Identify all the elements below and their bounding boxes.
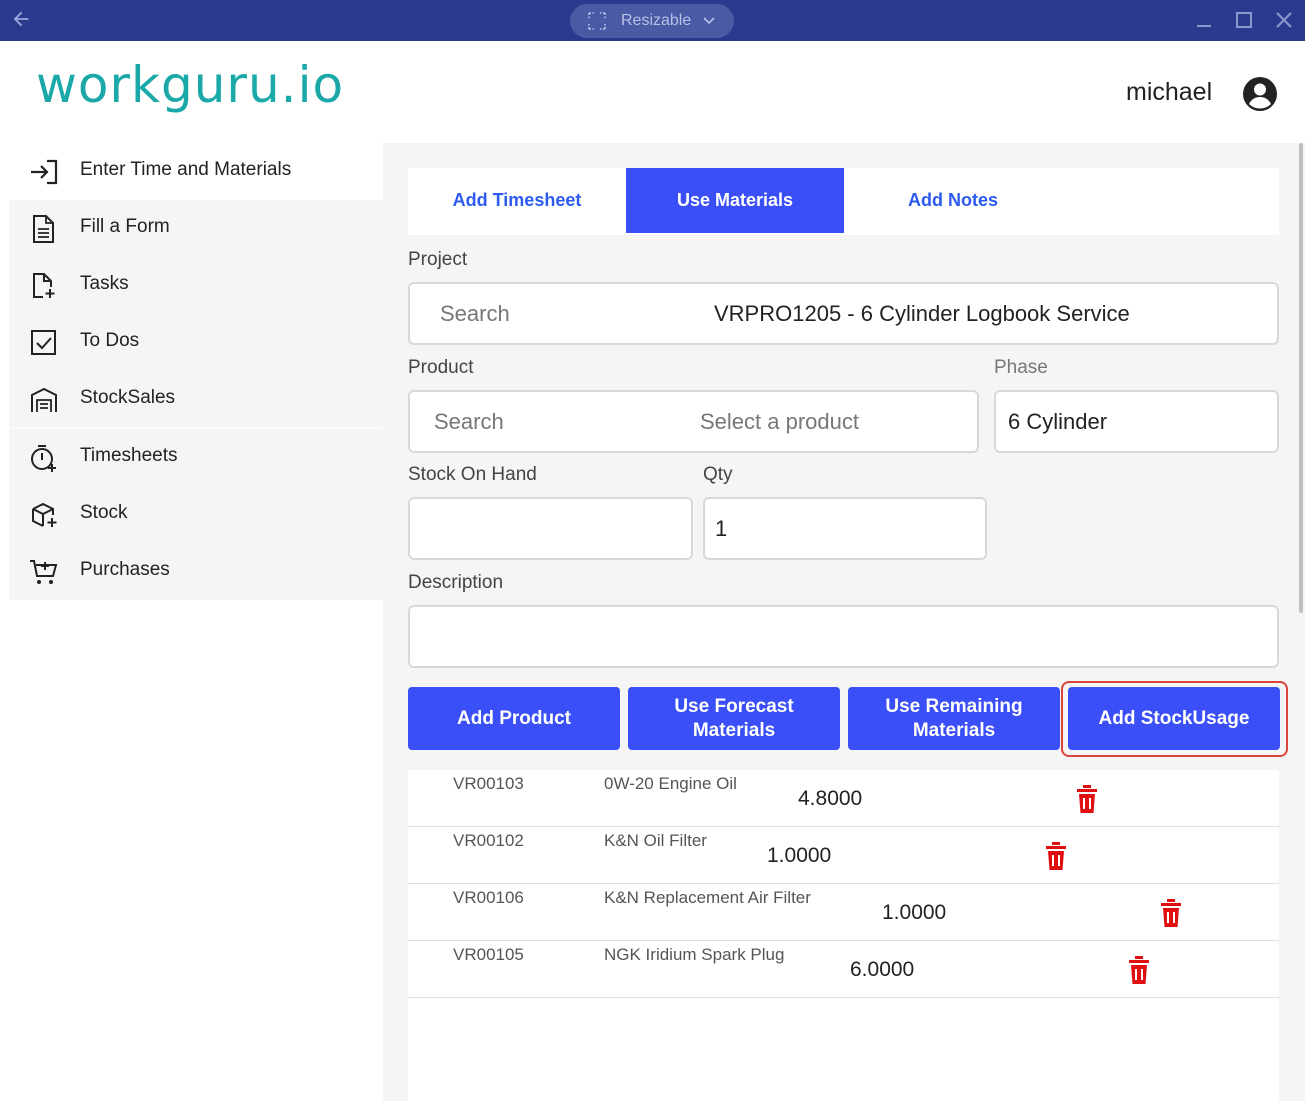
item-code: VR00102: [453, 831, 524, 850]
arrow-left-icon[interactable]: [10, 8, 32, 30]
use-forecast-materials-button[interactable]: Use Forecast Materials: [628, 687, 840, 750]
item-qty: 1.0000: [767, 844, 832, 867]
app-logo: workguru.io: [36, 56, 345, 114]
warehouse-icon: [31, 387, 57, 412]
item-code: VR00105: [453, 945, 524, 964]
trash-icon[interactable]: [1044, 841, 1068, 871]
phase-field[interactable]: 6 Cylinder: [994, 390, 1279, 453]
sidebar-item-label: Timesheets: [80, 445, 178, 466]
sidebar-item-label: Stock: [80, 502, 128, 523]
cart-plus-icon: [30, 560, 58, 584]
sidebar-item-stock[interactable]: Stock: [9, 486, 383, 543]
document-icon: [33, 215, 54, 243]
sidebar: Enter Time and Materials Fill a Form Tas…: [9, 143, 383, 1101]
qty-value: 1: [715, 516, 728, 541]
sidebar-item-timesheets[interactable]: Timesheets: [9, 429, 383, 486]
login-arrow-icon: [31, 159, 58, 185]
trash-icon[interactable]: [1075, 784, 1099, 814]
list-item[interactable]: VR00106 K&N Replacement Air Filter 1.000…: [408, 884, 1279, 941]
tab-use-materials[interactable]: Use Materials: [626, 168, 844, 233]
trash-icon[interactable]: [1127, 955, 1151, 985]
sidebar-item-label: Purchases: [80, 559, 170, 580]
window-mode-dropdown[interactable]: Resizable: [570, 4, 734, 38]
file-plus-icon: [33, 273, 55, 298]
project-search-placeholder: Search: [440, 301, 510, 326]
item-code: VR00106: [453, 888, 524, 907]
close-icon[interactable]: [1274, 10, 1294, 30]
sidebar-item-purchases[interactable]: Purchases: [9, 543, 383, 600]
project-search-field[interactable]: Search VRPRO1205 - 6 Cylinder Logbook Se…: [408, 282, 1279, 345]
product-search-field[interactable]: Search Select a product: [408, 390, 979, 453]
qty-field[interactable]: 1: [703, 497, 987, 560]
tab-add-timesheet[interactable]: Add Timesheet: [408, 168, 626, 233]
package-plus-icon: [32, 502, 57, 527]
sidebar-item-label: Fill a Form: [80, 216, 170, 237]
description-label: Description: [408, 572, 504, 593]
phase-value: 6 Cylinder: [1008, 409, 1108, 434]
timer-plus-icon: [31, 445, 56, 472]
add-product-button[interactable]: Add Product: [408, 687, 620, 750]
item-qty: 6.0000: [850, 958, 915, 981]
project-value: VRPRO1205 - 6 Cylinder Logbook Service: [714, 301, 1130, 326]
list-item[interactable]: VR00105 NGK Iridium Spark Plug 6.0000: [408, 941, 1279, 998]
add-stock-usage-button[interactable]: Add StockUsage: [1068, 687, 1280, 750]
minimize-icon[interactable]: [1194, 10, 1214, 30]
use-remaining-materials-button[interactable]: Use Remaining Materials: [848, 687, 1060, 750]
chevron-down-icon: [703, 17, 715, 25]
checkbox-icon: [31, 330, 56, 355]
account-circle-icon[interactable]: [1242, 76, 1278, 112]
item-qty: 1.0000: [882, 901, 947, 924]
scrollbar[interactable]: [1299, 143, 1303, 613]
sidebar-item-stocksales[interactable]: StockSales: [9, 371, 383, 428]
username[interactable]: michael: [1126, 78, 1212, 107]
item-name: 0W-20 Engine Oil: [604, 774, 737, 793]
description-field[interactable]: [408, 605, 1279, 668]
tab-add-notes[interactable]: Add Notes: [844, 168, 1062, 233]
product-select-placeholder: Select a product: [700, 409, 859, 434]
maximize-icon[interactable]: [1234, 10, 1254, 30]
stock-on-hand-field[interactable]: [408, 497, 693, 560]
sidebar-item-label: Enter Time and Materials: [80, 159, 292, 180]
product-search-placeholder: Search: [434, 409, 504, 434]
sidebar-item-tasks[interactable]: Tasks: [9, 257, 383, 314]
sidebar-item-to-dos[interactable]: To Dos: [9, 314, 383, 371]
materials-list: VR00103 0W-20 Engine Oil 4.8000 VR00102 …: [408, 770, 1279, 1101]
project-label: Project: [408, 249, 468, 270]
item-name: K&N Oil Filter: [604, 831, 707, 850]
item-code: VR00103: [453, 774, 524, 793]
item-qty: 4.8000: [798, 787, 863, 810]
list-item[interactable]: VR00103 0W-20 Engine Oil 4.8000: [408, 770, 1279, 827]
phase-label: Phase: [994, 357, 1048, 378]
sidebar-item-label: StockSales: [80, 387, 176, 408]
item-name: NGK Iridium Spark Plug: [604, 945, 785, 964]
sidebar-item-fill-a-form[interactable]: Fill a Form: [9, 200, 383, 257]
resize-icon: [588, 12, 606, 30]
qty-label: Qty: [703, 464, 733, 485]
window-titlebar: Resizable: [0, 0, 1305, 41]
window-mode-label: Resizable: [621, 12, 692, 29]
item-name: K&N Replacement Air Filter: [604, 888, 811, 907]
sidebar-item-label: Tasks: [80, 273, 129, 294]
sidebar-item-label: To Dos: [80, 330, 140, 351]
product-label: Product: [408, 357, 474, 378]
stock-on-hand-label: Stock On Hand: [408, 464, 537, 485]
list-item[interactable]: VR00102 K&N Oil Filter 1.0000: [408, 827, 1279, 884]
tab-bar: Add Timesheet Use Materials Add Notes: [408, 168, 1279, 235]
sidebar-item-enter-time-and-materials[interactable]: Enter Time and Materials: [9, 143, 383, 200]
trash-icon[interactable]: [1159, 898, 1183, 928]
